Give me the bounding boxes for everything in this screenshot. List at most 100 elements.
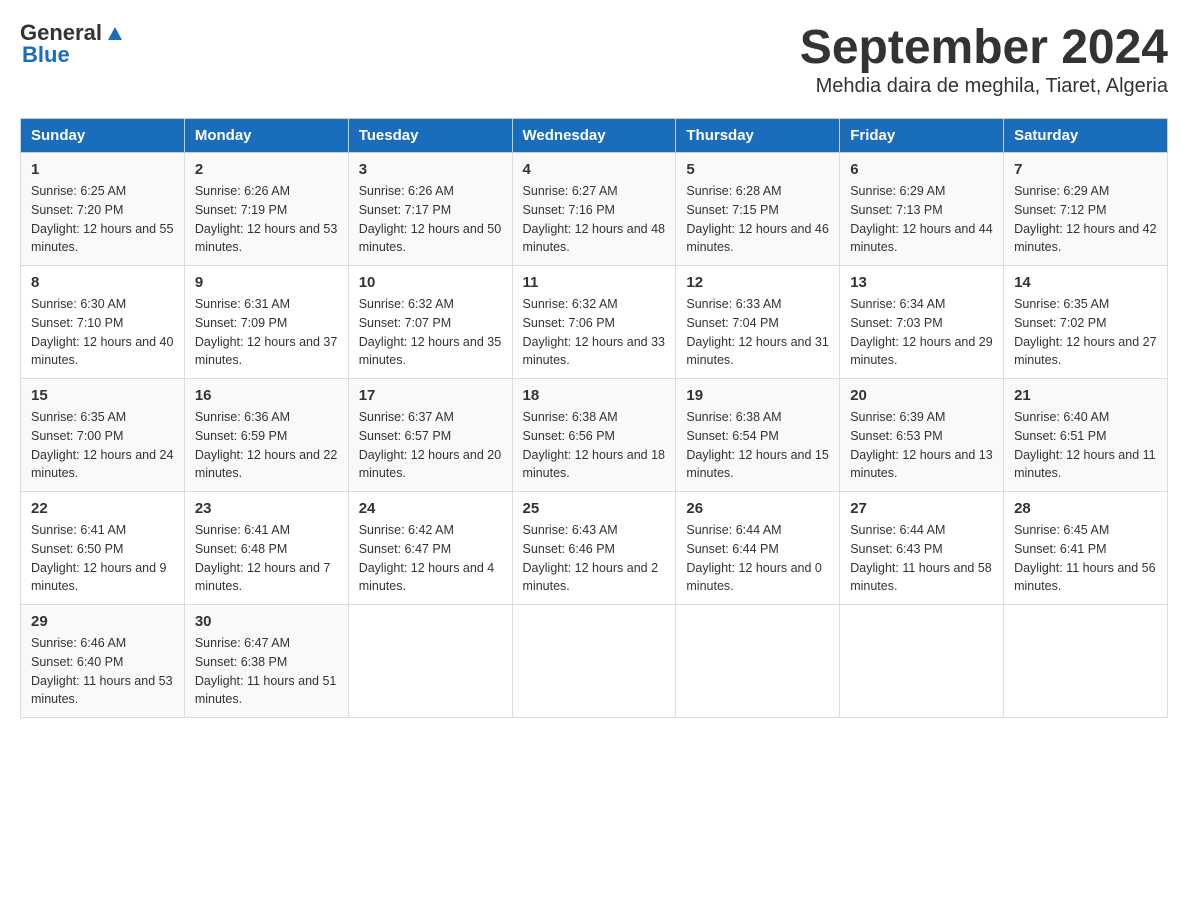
day-info: Sunrise: 6:38 AMSunset: 6:54 PMDaylight:… [686,410,828,480]
page-header: General Blue September 2024 Mehdia daira… [20,20,1168,98]
calendar-cell: 6 Sunrise: 6:29 AMSunset: 7:13 PMDayligh… [840,153,1004,266]
day-number: 9 [195,274,338,291]
day-info: Sunrise: 6:43 AMSunset: 6:46 PMDaylight:… [523,523,659,593]
calendar-cell: 16 Sunrise: 6:36 AMSunset: 6:59 PMDaylig… [184,379,348,492]
calendar-cell: 3 Sunrise: 6:26 AMSunset: 7:17 PMDayligh… [348,153,512,266]
calendar-cell: 7 Sunrise: 6:29 AMSunset: 7:12 PMDayligh… [1004,153,1168,266]
calendar-cell: 30 Sunrise: 6:47 AMSunset: 6:38 PMDaylig… [184,605,348,718]
header-thursday: Thursday [676,119,840,153]
day-number: 16 [195,387,338,404]
calendar-week-row: 22 Sunrise: 6:41 AMSunset: 6:50 PMDaylig… [21,492,1168,605]
header-tuesday: Tuesday [348,119,512,153]
calendar-cell: 2 Sunrise: 6:26 AMSunset: 7:19 PMDayligh… [184,153,348,266]
day-info: Sunrise: 6:29 AMSunset: 7:13 PMDaylight:… [850,184,992,254]
day-number: 19 [686,387,829,404]
calendar-cell: 18 Sunrise: 6:38 AMSunset: 6:56 PMDaylig… [512,379,676,492]
header-sunday: Sunday [21,119,185,153]
day-number: 20 [850,387,993,404]
calendar-cell: 23 Sunrise: 6:41 AMSunset: 6:48 PMDaylig… [184,492,348,605]
day-number: 30 [195,613,338,630]
day-info: Sunrise: 6:47 AMSunset: 6:38 PMDaylight:… [195,636,337,706]
logo-triangle-icon [104,22,126,44]
calendar-cell: 15 Sunrise: 6:35 AMSunset: 7:00 PMDaylig… [21,379,185,492]
calendar-cell: 5 Sunrise: 6:28 AMSunset: 7:15 PMDayligh… [676,153,840,266]
day-number: 11 [523,274,666,291]
day-number: 6 [850,161,993,178]
day-number: 4 [523,161,666,178]
day-number: 22 [31,500,174,517]
logo-blue-text: Blue [22,42,70,68]
day-number: 29 [31,613,174,630]
day-number: 24 [359,500,502,517]
day-info: Sunrise: 6:44 AMSunset: 6:44 PMDaylight:… [686,523,822,593]
day-info: Sunrise: 6:32 AMSunset: 7:06 PMDaylight:… [523,297,665,367]
day-number: 5 [686,161,829,178]
calendar-week-row: 15 Sunrise: 6:35 AMSunset: 7:00 PMDaylig… [21,379,1168,492]
calendar-cell: 8 Sunrise: 6:30 AMSunset: 7:10 PMDayligh… [21,266,185,379]
calendar-cell [840,605,1004,718]
location-title: Mehdia daira de meghila, Tiaret, Algeria [800,75,1168,98]
calendar-cell: 25 Sunrise: 6:43 AMSunset: 6:46 PMDaylig… [512,492,676,605]
day-number: 26 [686,500,829,517]
day-number: 12 [686,274,829,291]
header-friday: Friday [840,119,1004,153]
day-number: 17 [359,387,502,404]
day-number: 23 [195,500,338,517]
calendar-cell: 17 Sunrise: 6:37 AMSunset: 6:57 PMDaylig… [348,379,512,492]
header-monday: Monday [184,119,348,153]
day-number: 14 [1014,274,1157,291]
day-info: Sunrise: 6:45 AMSunset: 6:41 PMDaylight:… [1014,523,1156,593]
day-number: 8 [31,274,174,291]
calendar-cell: 26 Sunrise: 6:44 AMSunset: 6:44 PMDaylig… [676,492,840,605]
calendar-cell: 14 Sunrise: 6:35 AMSunset: 7:02 PMDaylig… [1004,266,1168,379]
day-info: Sunrise: 6:42 AMSunset: 6:47 PMDaylight:… [359,523,495,593]
day-info: Sunrise: 6:33 AMSunset: 7:04 PMDaylight:… [686,297,828,367]
calendar-cell [1004,605,1168,718]
day-info: Sunrise: 6:35 AMSunset: 7:02 PMDaylight:… [1014,297,1156,367]
day-info: Sunrise: 6:39 AMSunset: 6:53 PMDaylight:… [850,410,992,480]
day-info: Sunrise: 6:36 AMSunset: 6:59 PMDaylight:… [195,410,337,480]
day-info: Sunrise: 6:35 AMSunset: 7:00 PMDaylight:… [31,410,173,480]
header-saturday: Saturday [1004,119,1168,153]
calendar-cell [348,605,512,718]
day-info: Sunrise: 6:26 AMSunset: 7:19 PMDaylight:… [195,184,337,254]
calendar-cell: 4 Sunrise: 6:27 AMSunset: 7:16 PMDayligh… [512,153,676,266]
calendar-cell [512,605,676,718]
day-number: 25 [523,500,666,517]
day-number: 15 [31,387,174,404]
calendar-cell: 1 Sunrise: 6:25 AMSunset: 7:20 PMDayligh… [21,153,185,266]
day-number: 10 [359,274,502,291]
calendar-table: SundayMondayTuesdayWednesdayThursdayFrid… [20,118,1168,718]
calendar-cell: 24 Sunrise: 6:42 AMSunset: 6:47 PMDaylig… [348,492,512,605]
day-number: 13 [850,274,993,291]
calendar-week-row: 1 Sunrise: 6:25 AMSunset: 7:20 PMDayligh… [21,153,1168,266]
calendar-cell: 28 Sunrise: 6:45 AMSunset: 6:41 PMDaylig… [1004,492,1168,605]
calendar-cell: 12 Sunrise: 6:33 AMSunset: 7:04 PMDaylig… [676,266,840,379]
day-number: 2 [195,161,338,178]
day-info: Sunrise: 6:46 AMSunset: 6:40 PMDaylight:… [31,636,173,706]
day-number: 7 [1014,161,1157,178]
day-number: 18 [523,387,666,404]
calendar-cell [676,605,840,718]
day-info: Sunrise: 6:41 AMSunset: 6:48 PMDaylight:… [195,523,331,593]
day-info: Sunrise: 6:28 AMSunset: 7:15 PMDaylight:… [686,184,828,254]
day-info: Sunrise: 6:27 AMSunset: 7:16 PMDaylight:… [523,184,665,254]
calendar-cell: 29 Sunrise: 6:46 AMSunset: 6:40 PMDaylig… [21,605,185,718]
calendar-week-row: 29 Sunrise: 6:46 AMSunset: 6:40 PMDaylig… [21,605,1168,718]
day-number: 27 [850,500,993,517]
title-block: September 2024 Mehdia daira de meghila, … [800,20,1168,98]
day-number: 28 [1014,500,1157,517]
calendar-cell: 21 Sunrise: 6:40 AMSunset: 6:51 PMDaylig… [1004,379,1168,492]
day-info: Sunrise: 6:40 AMSunset: 6:51 PMDaylight:… [1014,410,1156,480]
day-info: Sunrise: 6:29 AMSunset: 7:12 PMDaylight:… [1014,184,1156,254]
logo: General Blue [20,20,126,68]
calendar-cell: 27 Sunrise: 6:44 AMSunset: 6:43 PMDaylig… [840,492,1004,605]
day-info: Sunrise: 6:32 AMSunset: 7:07 PMDaylight:… [359,297,501,367]
calendar-week-row: 8 Sunrise: 6:30 AMSunset: 7:10 PMDayligh… [21,266,1168,379]
calendar-cell: 13 Sunrise: 6:34 AMSunset: 7:03 PMDaylig… [840,266,1004,379]
day-info: Sunrise: 6:25 AMSunset: 7:20 PMDaylight:… [31,184,173,254]
day-info: Sunrise: 6:34 AMSunset: 7:03 PMDaylight:… [850,297,992,367]
calendar-cell: 11 Sunrise: 6:32 AMSunset: 7:06 PMDaylig… [512,266,676,379]
day-number: 3 [359,161,502,178]
day-number: 21 [1014,387,1157,404]
